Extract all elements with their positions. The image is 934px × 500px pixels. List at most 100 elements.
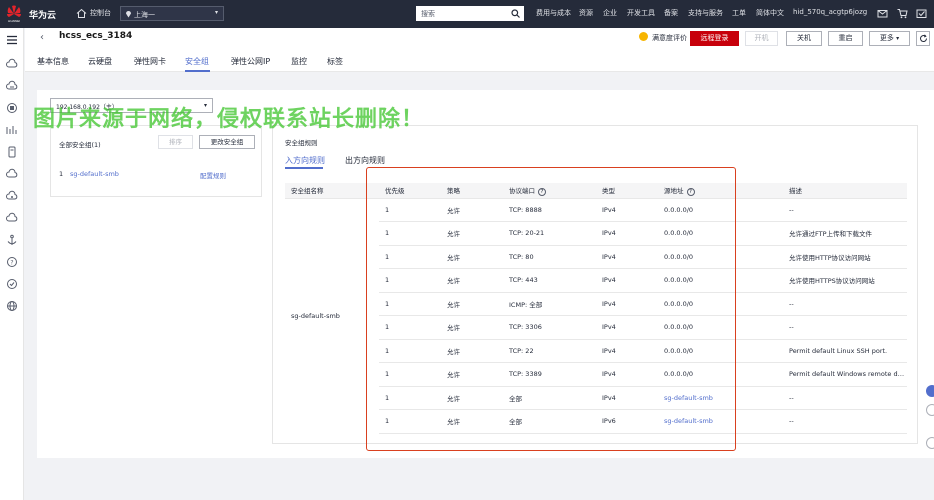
refresh-button[interactable] xyxy=(916,31,930,46)
menu-billing[interactable]: 费用与成本 xyxy=(536,8,571,18)
cell-type: IPv4 xyxy=(596,221,658,246)
col-priority: 优先级 xyxy=(379,183,441,199)
cell-type: IPv4 xyxy=(596,198,658,222)
tab-nic[interactable]: 弹性网卡 xyxy=(134,56,166,67)
cell-source: 0.0.0.0/0 xyxy=(658,315,783,340)
cell-desc: -- xyxy=(783,198,907,222)
search-input[interactable]: 搜索 xyxy=(416,6,524,21)
table-row: 1 允许 TCP: 3306 IPv4 0.0.0.0/0 -- xyxy=(285,315,907,340)
cell-port: TCP: 3306 xyxy=(503,315,596,340)
cell-source: 0.0.0.0/0 xyxy=(658,339,783,363)
cell-source[interactable]: sg-default-smb xyxy=(658,409,783,434)
search-icon[interactable] xyxy=(511,9,520,18)
cell-port: TCP: 3389 xyxy=(503,362,596,387)
cell-source[interactable]: sg-default-smb xyxy=(658,386,783,410)
cart-icon[interactable] xyxy=(897,8,908,19)
cell-type: IPv4 xyxy=(596,339,658,363)
inbound-tab-indicator xyxy=(285,167,323,169)
cell-source: 0.0.0.0/0 xyxy=(658,245,783,269)
table-row: 1 允许 TCP: 22 IPv4 0.0.0.0/0 Permit default Li… xyxy=(285,339,907,363)
float-feedback-icon[interactable] xyxy=(926,404,934,416)
configure-rules-link[interactable]: 配置规则 xyxy=(200,170,226,180)
huawei-logo-icon[interactable]: HUAWEI xyxy=(6,5,22,23)
cloud-server-icon[interactable] xyxy=(6,80,18,92)
security-icon[interactable] xyxy=(6,278,18,290)
menu-enterprise[interactable]: 企业 xyxy=(603,8,617,18)
table-row: 1 允许 全部 IPv6 sg-default-smb -- xyxy=(285,409,907,434)
cell-policy: 允许 xyxy=(441,198,503,222)
cell-priority: 1 xyxy=(379,268,441,293)
user-account[interactable]: hid_570q_acgtp6jozg xyxy=(793,8,867,16)
cloud-backup-icon[interactable] xyxy=(6,190,18,202)
cloud-storage-icon[interactable] xyxy=(6,168,18,180)
help-icon[interactable]: ? xyxy=(686,187,695,196)
home-icon[interactable] xyxy=(76,8,87,19)
remote-login-button[interactable]: 远程登录 xyxy=(690,31,739,46)
cell-priority: 1 xyxy=(379,362,441,387)
cell-priority: 1 xyxy=(379,339,441,363)
ecs-icon[interactable] xyxy=(6,102,18,114)
tab-basic-info[interactable]: 基本信息 xyxy=(37,56,69,67)
change-security-group-button[interactable]: 更改安全组 xyxy=(199,135,255,149)
region-selector[interactable]: 上海一 ▾ xyxy=(120,6,224,21)
tab-monitoring[interactable]: 监控 xyxy=(291,56,307,67)
tab-tags[interactable]: 标签 xyxy=(327,56,343,67)
float-help-icon[interactable] xyxy=(926,437,934,449)
more-button[interactable]: 更多 ▾ xyxy=(869,31,910,46)
search-placeholder: 搜索 xyxy=(421,10,435,18)
cell-policy: 允许 xyxy=(441,268,503,293)
storage-icon[interactable] xyxy=(6,146,18,158)
tab-outbound-rules[interactable]: 出方向规则 xyxy=(345,155,385,166)
back-arrow-icon[interactable]: ‹ xyxy=(40,32,44,43)
menu-tickets[interactable]: 工单 xyxy=(732,8,746,18)
console-link[interactable]: 控制台 xyxy=(90,8,111,18)
cell-policy: 允许 xyxy=(441,245,503,269)
security-group-link[interactable]: sg-default-smb xyxy=(70,170,119,178)
brand-name[interactable]: 华为云 xyxy=(29,8,56,21)
refresh-icon xyxy=(919,34,927,42)
cell-type: IPv4 xyxy=(596,268,658,293)
language-selector[interactable]: 简体中文 xyxy=(756,8,784,18)
table-row: 1 允许 TCP: 80 IPv4 0.0.0.0/0 允许使用HTTP协议访问网站 xyxy=(285,245,907,269)
power-off-button[interactable]: 关机 xyxy=(786,31,822,46)
table-header-row: 安全组名称 优先级 策略 协议端口? 类型 源地址? 描述 xyxy=(285,183,907,199)
cloud-icon[interactable] xyxy=(6,58,18,70)
satisfaction-link[interactable]: 满意度评价 xyxy=(652,33,687,43)
tab-cloud-disk[interactable]: 云硬盘 xyxy=(88,56,112,67)
active-tab-indicator xyxy=(185,70,210,72)
cell-type: IPv4 xyxy=(596,245,658,269)
cell-port: TCP: 20-21 xyxy=(503,221,596,246)
bandwidth-icon[interactable] xyxy=(6,124,18,136)
location-pin-icon xyxy=(126,11,131,18)
tab-security-group[interactable]: 安全组 xyxy=(185,56,209,67)
col-protocol-port: 协议端口? xyxy=(503,183,596,199)
cell-port: 全部 xyxy=(503,409,596,434)
notification-icon[interactable] xyxy=(916,8,927,19)
menu-resources[interactable]: 资源 xyxy=(579,8,593,18)
restart-button[interactable]: 重启 xyxy=(828,31,863,46)
mail-icon[interactable] xyxy=(877,8,888,19)
tab-eip[interactable]: 弹性公网IP xyxy=(231,56,270,67)
tab-inbound-rules[interactable]: 入方向规则 xyxy=(285,155,325,166)
cell-type: IPv4 xyxy=(596,386,658,410)
globe-icon[interactable] xyxy=(6,300,18,312)
cell-port: ICMP: 全部 xyxy=(503,292,596,316)
menu-support[interactable]: 支持与服务 xyxy=(688,8,723,18)
cell-type: IPv4 xyxy=(596,362,658,387)
help-icon[interactable]: ? xyxy=(538,187,546,196)
col-type: 类型 xyxy=(596,183,658,199)
float-assistant-icon[interactable] xyxy=(926,385,934,397)
power-on-button[interactable]: 开机 xyxy=(745,31,778,46)
cell-policy: 允许 xyxy=(441,315,503,340)
security-group-list-panel: 全部安全组(1) 排序 更改安全组 1 sg-default-smb 配置规则 xyxy=(50,125,262,197)
menu-dev-tools[interactable]: 开发工具 xyxy=(627,8,655,18)
cell-port: TCP: 443 xyxy=(503,268,596,293)
menu-icon[interactable] xyxy=(6,34,18,46)
cloud-network-icon[interactable] xyxy=(6,212,18,224)
caret-down-icon: ▾ xyxy=(896,35,900,42)
anchor-icon[interactable] xyxy=(6,234,18,246)
help-circle-icon[interactable]: ? xyxy=(6,256,18,268)
menu-filing[interactable]: 备案 xyxy=(664,8,678,18)
rules-table-body: sg-default-smb 1 允许 TCP: 8888 IPv4 0.0.0.0/0-… xyxy=(285,198,907,434)
sort-button[interactable]: 排序 xyxy=(158,135,193,149)
